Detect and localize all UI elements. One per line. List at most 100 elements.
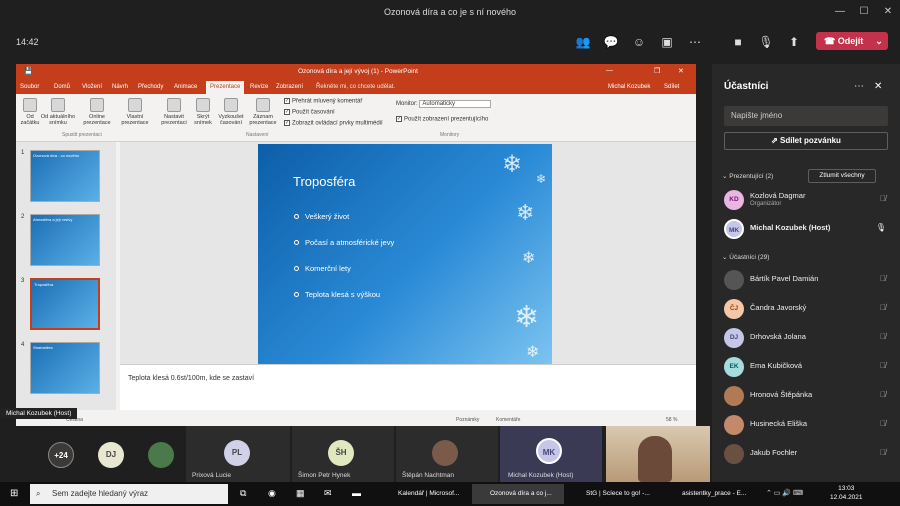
participant-row[interactable]: MK Michal Kozubek (Host) 🎙 xyxy=(724,217,888,241)
slide-thumbnail[interactable]: Atmosféra a její vrstvy xyxy=(30,214,100,266)
mute-all-button[interactable]: Ztlumit všechny xyxy=(808,169,876,183)
monitor-select[interactable]: Monitor: Automaticky xyxy=(396,100,492,108)
rehearse-timings-button[interactable]: Vyzkoušet časování xyxy=(217,98,245,126)
snowflake-icon: ❄ xyxy=(516,200,535,225)
edge-icon[interactable]: ◉ xyxy=(268,488,276,499)
participant-row[interactable]: DJ Drhovská Jolana 🎙̸ xyxy=(724,326,888,350)
narration-checkbox[interactable]: ✓ Přehrát mluvený komentář xyxy=(284,98,362,105)
participants-icon[interactable]: 👥 xyxy=(574,34,592,50)
zoom-level[interactable]: 58 % xyxy=(666,417,677,423)
thumb-number: 1 xyxy=(21,150,25,156)
slide-bullet: Teplota klesá s výškou xyxy=(294,290,380,299)
menu-animace[interactable]: Animace xyxy=(174,84,197,90)
taskbar-app-chrome[interactable]: StG | Scíece to go! -... xyxy=(568,484,660,504)
slide-thumbnail[interactable]: Stratosféra xyxy=(30,342,100,394)
ppt-share[interactable]: Sdílet xyxy=(664,84,679,90)
participant-row[interactable]: Husinecká Eliška 🎙̸ xyxy=(724,413,888,437)
share-invite-button[interactable]: ⇗ Sdílet pozvánku xyxy=(724,132,888,150)
setup-show-button[interactable]: Nastavit prezentaci xyxy=(160,98,188,126)
explorer-icon[interactable]: ▬ xyxy=(352,488,361,498)
self-video[interactable] xyxy=(606,426,710,482)
participant-role: Organizátor xyxy=(750,201,782,207)
menu-revize[interactable]: Revize xyxy=(250,84,268,90)
current-slide[interactable]: Troposféra Veškerý život Počasí a atmosf… xyxy=(258,144,552,364)
search-icon: ⌕ xyxy=(36,489,41,498)
taskbar-app-excel[interactable]: asistentky_prace - E... xyxy=(664,484,756,504)
comments-toggle[interactable]: Komentáře xyxy=(496,417,520,423)
windows-start-icon[interactable]: ⊞ xyxy=(10,488,18,499)
more-options-icon[interactable]: ⋯ xyxy=(854,81,864,92)
mail-icon[interactable]: ✉ xyxy=(324,488,332,499)
close-icon[interactable]: ✕ xyxy=(880,4,896,20)
participant-row[interactable]: Jakub Fochler 🎙̸ xyxy=(724,442,888,466)
participant-search-input[interactable]: Napište jméno xyxy=(724,106,888,126)
store-icon[interactable]: ▦ xyxy=(296,488,305,499)
maximize-icon[interactable]: ☐ xyxy=(856,4,872,20)
taskbar-search-input[interactable]: Sem zadejte hledaný výraz xyxy=(30,484,228,504)
speaker-notes[interactable]: Teplota klesá 0.6st/100m, kde se zastaví xyxy=(120,364,696,410)
chevron-down-icon[interactable]: ⌄ xyxy=(875,36,883,46)
tell-me-search[interactable]: Řekněte mi, co chcete udělat. xyxy=(316,84,395,90)
avatar[interactable]: DJ xyxy=(98,442,124,468)
ppt-minimize-icon[interactable]: — xyxy=(606,67,613,74)
video-tile[interactable]: MK Michal Kozubek (Host) xyxy=(500,426,602,482)
taskbar-app-calendar[interactable]: Kalendář | Microsof... xyxy=(380,484,470,504)
participant-row[interactable]: ČJ Čandra Javorský 🎙̸ xyxy=(724,297,888,321)
from-start-button[interactable]: Od začátku xyxy=(18,98,42,126)
menu-vlozeni[interactable]: Vložení xyxy=(82,84,102,90)
menu-domu[interactable]: Domů xyxy=(54,84,70,90)
video-tile[interactable]: Štěpán Nachtman xyxy=(396,426,498,482)
media-controls-checkbox[interactable]: ✓ Zobrazit ovládací prvky multimédií xyxy=(284,120,383,127)
menu-zobrazeni[interactable]: Zobrazení xyxy=(276,84,303,90)
mic-off-icon: 🎙̸ xyxy=(880,194,886,203)
presenter-name-overlay: Michal Kozubek (Host) xyxy=(0,408,78,419)
ppt-close-icon[interactable]: ✕ xyxy=(678,67,684,75)
mic-muted-icon[interactable]: 🎙 xyxy=(757,34,775,50)
participant-row[interactable]: KD Kozlová Dagmar Organizátor 🎙̸ xyxy=(724,188,888,212)
participant-row[interactable]: Hronová Štěpánka 🎙̸ xyxy=(724,384,888,408)
participants-section-label[interactable]: ⌄ Účastníci (29) xyxy=(722,253,769,261)
share-tray-icon[interactable]: ⬆ xyxy=(785,34,803,50)
more-actions-icon[interactable]: ⋯ xyxy=(686,34,704,50)
reactions-icon[interactable]: ☺ xyxy=(630,34,648,50)
menu-prezentace[interactable]: Prezentace xyxy=(206,81,245,94)
menu-prechody[interactable]: Přechody xyxy=(138,84,163,90)
snowflake-icon: ❄ xyxy=(502,151,523,178)
participant-name: Hronová Štěpánka xyxy=(750,390,813,399)
participant-row[interactable]: EK Ema Kubičková 🎙̸ xyxy=(724,355,888,379)
online-presentation-button[interactable]: Online prezentace xyxy=(82,98,112,126)
taskbar-app-teams[interactable]: Ozonová díra a co j... xyxy=(472,484,564,504)
presenters-section-label[interactable]: ⌄ Prezentující (2) xyxy=(722,172,773,180)
menu-navrh[interactable]: Návrh xyxy=(112,84,128,90)
save-icon[interactable]: 💾 xyxy=(24,67,33,75)
rooms-icon[interactable]: ▣ xyxy=(658,34,676,50)
ppt-title: Ozonová díra a její vývoj (1) - PowerPoi… xyxy=(298,68,418,75)
ppt-restore-icon[interactable]: ❐ xyxy=(654,67,660,75)
minimize-icon[interactable]: — xyxy=(832,4,848,20)
system-tray-icons[interactable]: ⌃ ▭ 🔊 ⌨ xyxy=(766,489,803,497)
task-view-icon[interactable]: ⧉ xyxy=(240,488,246,499)
notes-toggle[interactable]: Poznámky xyxy=(456,417,479,423)
taskbar-clock[interactable]: 13:03 12.04.2021 xyxy=(830,484,863,502)
overflow-count[interactable]: +24 xyxy=(48,442,74,468)
camera-icon[interactable]: ■ xyxy=(729,34,747,50)
menu-soubor[interactable]: Soubor xyxy=(20,84,39,90)
close-panel-icon[interactable]: ✕ xyxy=(874,81,882,92)
from-current-button[interactable]: Od aktuálního snímku xyxy=(40,98,76,126)
avatar: PL xyxy=(224,440,250,466)
avatar[interactable] xyxy=(148,442,174,468)
presenter-view-checkbox[interactable]: ✓ Použít zobrazení prezentujícího xyxy=(396,116,488,123)
slide-thumbnail[interactable]: Ozonová díra - co nového xyxy=(30,150,100,202)
participant-name: Ema Kubičková xyxy=(750,361,803,370)
chat-icon[interactable]: 💬 xyxy=(602,34,620,50)
custom-show-button[interactable]: Vlastní prezentace xyxy=(120,98,150,126)
video-tile[interactable]: PL Prixová Lucie xyxy=(186,426,290,482)
window-title: Ozonová díra a co je s ní nového xyxy=(383,7,517,17)
participant-row[interactable]: Bártík Pavel Damián 🎙̸ xyxy=(724,268,888,292)
leave-button[interactable]: ☎ Odejít ⌄ xyxy=(816,32,888,50)
record-show-button[interactable]: Záznam prezentace xyxy=(247,98,279,126)
hide-slide-button[interactable]: Skrýt snímek xyxy=(190,98,216,126)
video-tile[interactable]: ŠH Šimon Petr Hynek xyxy=(292,426,394,482)
slide-thumbnail-selected[interactable]: Troposféra xyxy=(30,278,100,330)
timings-checkbox[interactable]: ✓ Použít časování xyxy=(284,109,335,116)
